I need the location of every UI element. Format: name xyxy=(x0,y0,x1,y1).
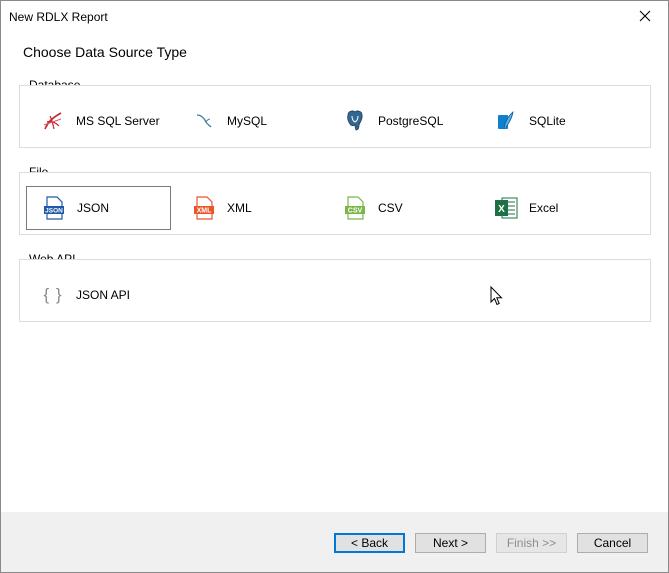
option-label: MS SQL Server xyxy=(76,114,160,128)
json-file-icon: JSON xyxy=(42,196,66,220)
finish-button[interactable]: Finish >> xyxy=(496,533,567,553)
xml-icon-text: XML xyxy=(197,208,213,215)
option-csv[interactable]: CSV CSV xyxy=(328,187,470,229)
window-title: New RDLX Report xyxy=(9,10,108,24)
option-label: SQLite xyxy=(529,114,566,128)
option-mysql[interactable]: MySQL xyxy=(177,100,319,142)
option-json[interactable]: JSON JSON xyxy=(26,186,171,230)
option-label: XML xyxy=(227,201,252,215)
option-excel[interactable]: X Excel xyxy=(479,187,621,229)
group-database: MS SQL Server MySQL PostgreSQL SQLite xyxy=(19,85,651,148)
option-json-api[interactable]: { } JSON API xyxy=(26,274,168,316)
option-xml[interactable]: XML XML xyxy=(177,187,319,229)
mysql-icon xyxy=(192,109,216,133)
cancel-button[interactable]: Cancel xyxy=(577,533,648,553)
option-label: MySQL xyxy=(227,114,268,128)
option-postgresql[interactable]: PostgreSQL xyxy=(328,100,470,142)
title-bar: New RDLX Report xyxy=(1,1,668,31)
close-icon xyxy=(639,10,651,22)
excel-icon-text: X xyxy=(498,204,505,215)
postgresql-icon xyxy=(343,109,367,133)
option-label: JSON API xyxy=(76,288,131,302)
next-button[interactable]: Next > xyxy=(415,533,486,553)
curly-braces-text: { } xyxy=(43,285,63,304)
sql-server-icon xyxy=(41,109,65,133)
page-heading: Choose Data Source Type xyxy=(23,44,187,60)
option-label: JSON xyxy=(77,201,110,215)
group-web-api: { } JSON API xyxy=(19,259,651,322)
csv-file-icon: CSV xyxy=(343,196,367,220)
back-button[interactable]: < Back xyxy=(334,533,405,553)
json-icon-text: JSON xyxy=(45,208,63,215)
close-button[interactable] xyxy=(622,1,668,31)
curly-braces-icon: { } xyxy=(41,283,65,307)
dialog-footer: < Back Next > Finish >> Cancel xyxy=(1,512,668,572)
xml-file-icon: XML xyxy=(192,196,216,220)
new-report-dialog: New RDLX Report Choose Data Source Type … xyxy=(0,0,669,573)
sqlite-icon xyxy=(494,109,518,133)
option-label: CSV xyxy=(378,201,403,215)
option-sqlite[interactable]: SQLite xyxy=(479,100,621,142)
csv-icon-text: CSV xyxy=(348,208,363,215)
group-file: JSON JSON XML XML CSV CSV X Excel xyxy=(19,172,651,235)
excel-icon: X xyxy=(494,196,518,220)
option-ms-sql-server[interactable]: MS SQL Server xyxy=(26,100,168,142)
mouse-cursor-icon xyxy=(490,286,503,306)
option-label: PostgreSQL xyxy=(378,114,444,128)
option-label: Excel xyxy=(529,201,559,215)
